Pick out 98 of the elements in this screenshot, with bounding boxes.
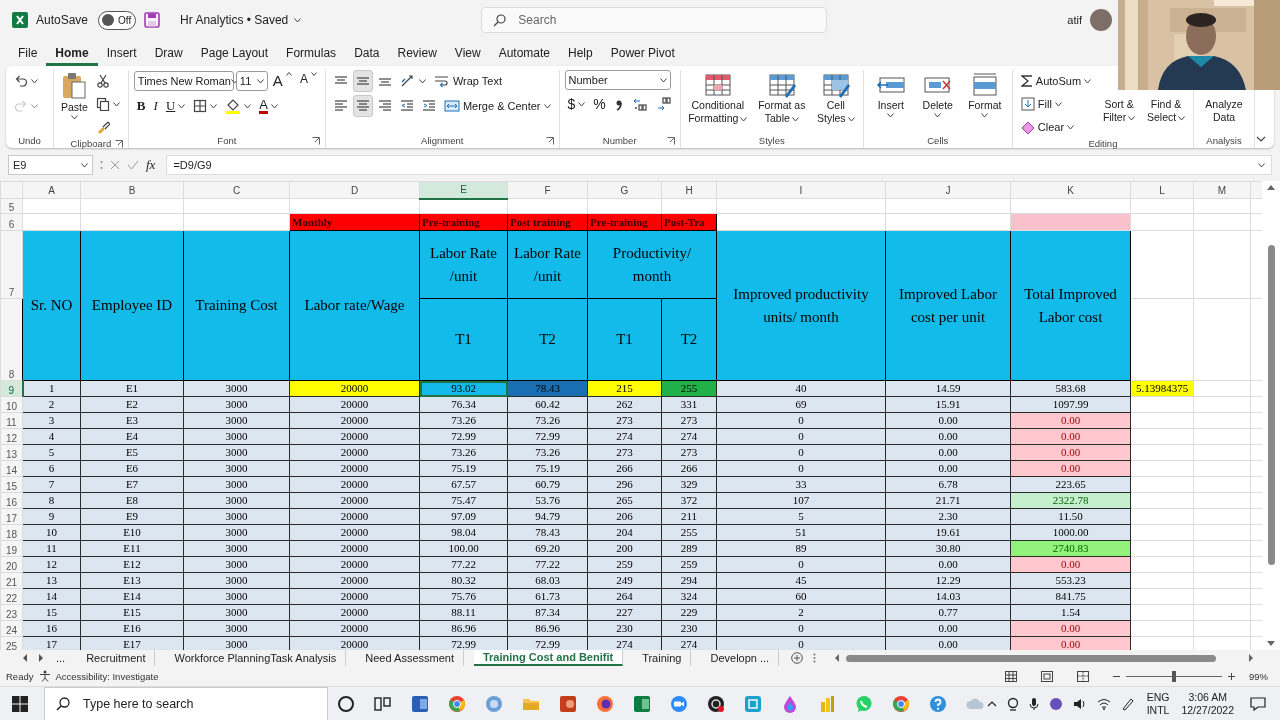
column-header-cell: Employee ID bbox=[80, 230, 184, 381]
increase-font-button[interactable]: A bbox=[269, 70, 295, 92]
column-header[interactable]: D bbox=[289, 181, 420, 199]
column-header[interactable]: C bbox=[183, 181, 290, 199]
user-name[interactable]: atif bbox=[1067, 14, 1082, 26]
underline-button[interactable]: U bbox=[162, 95, 189, 117]
column-header[interactable]: E bbox=[419, 181, 508, 199]
currency-button[interactable]: $ bbox=[564, 93, 589, 115]
menu-tab[interactable]: File bbox=[9, 40, 47, 66]
column-header[interactable]: K bbox=[1010, 181, 1131, 199]
menu-tab[interactable]: Draw bbox=[145, 40, 192, 66]
sort-filter-button[interactable]: Sort & Filter bbox=[1097, 96, 1142, 126]
sheet-tab[interactable]: Training bbox=[633, 650, 692, 666]
name-box[interactable]: E9 bbox=[8, 155, 93, 175]
bold-button[interactable]: B bbox=[133, 95, 149, 117]
group-label: Number bbox=[602, 135, 637, 146]
clock-time[interactable]: 3:06 AM bbox=[1188, 690, 1227, 704]
menu-tab[interactable]: Page Layout bbox=[191, 40, 278, 66]
column-header-cell: Training Cost bbox=[183, 230, 290, 381]
sheet-tab[interactable]: Recruitment bbox=[77, 650, 156, 666]
fill-button[interactable]: Fill bbox=[1017, 93, 1095, 115]
autosave-toggle[interactable]: Off bbox=[98, 10, 137, 30]
delete-button[interactable]: Delete bbox=[915, 70, 960, 120]
column-header-cell: Productivity/ month bbox=[587, 230, 717, 299]
clock-date[interactable]: 12/27/2022 bbox=[1181, 703, 1234, 717]
more-sheets-button[interactable]: ... bbox=[54, 650, 68, 666]
column-header-cell: T2 bbox=[661, 298, 717, 381]
group-label: Analysis bbox=[1206, 135, 1242, 146]
accessibility-status[interactable]: Accessibility: Investigate bbox=[55, 670, 159, 682]
paste-button[interactable]: Paste bbox=[59, 70, 90, 122]
autosave-label: AutoSave bbox=[36, 13, 89, 27]
keyboard-layout[interactable]: INTL bbox=[1146, 703, 1170, 717]
insert-button[interactable]: Insert bbox=[868, 70, 913, 120]
group-label: Clipboard bbox=[70, 138, 112, 149]
menu-tab[interactable]: Formulas bbox=[277, 40, 346, 66]
autosum-button[interactable]: AutoSum bbox=[1017, 70, 1095, 92]
menu-tab[interactable]: Insert bbox=[97, 40, 146, 66]
column-header-cell: T1 bbox=[587, 298, 662, 381]
menu-tab[interactable]: Help bbox=[559, 40, 602, 66]
number-format-dropdown[interactable]: Number bbox=[564, 70, 671, 90]
wrap-text-button[interactable]: Wrap Text bbox=[430, 70, 505, 92]
column-header-cell: T1 bbox=[419, 298, 508, 381]
group-label: Font bbox=[217, 135, 237, 146]
font-name-dropdown[interactable]: Times New Roman bbox=[133, 71, 234, 91]
menu-tab[interactable]: Power Pivot bbox=[601, 40, 684, 66]
column-header-cell: Improved Labor cost per unit bbox=[885, 230, 1011, 381]
sheet-tab[interactable]: Need Assessment bbox=[356, 650, 464, 666]
column-header-cell: Sr. NO bbox=[22, 230, 81, 381]
column-header-cell: Improved productivity units/ month bbox=[716, 230, 886, 381]
percent-button[interactable]: % bbox=[590, 93, 609, 115]
column-header[interactable]: F bbox=[507, 181, 588, 199]
column-header[interactable]: M bbox=[1193, 181, 1251, 199]
column-header-cell: Total Improved Labor cost bbox=[1010, 230, 1131, 381]
column-header-cell: Labor Rate /unit bbox=[507, 230, 588, 299]
column-header[interactable]: J bbox=[885, 181, 1011, 199]
formula-field[interactable]: =D9/G9 bbox=[166, 155, 1272, 175]
group-label: Cells bbox=[927, 135, 949, 146]
group-label: Styles bbox=[758, 135, 785, 146]
group-label: Undo bbox=[18, 135, 41, 146]
format-button[interactable]: Format bbox=[962, 70, 1007, 120]
font-size-dropdown[interactable]: 11 bbox=[235, 71, 268, 91]
column-header-cell: Labor rate/Wage bbox=[289, 230, 420, 381]
menu-tab[interactable]: View bbox=[445, 40, 490, 66]
group-label: Alignment bbox=[421, 135, 464, 146]
group-label: Editing bbox=[1088, 138, 1118, 149]
search-field[interactable]: Search bbox=[481, 7, 828, 33]
sheet-tab[interactable]: Developn ... bbox=[701, 650, 780, 666]
find-select-button[interactable]: Find & Select bbox=[1144, 96, 1189, 126]
document-title[interactable]: Hr Analytics • Saved bbox=[180, 13, 289, 27]
insert-function-button[interactable]: fx bbox=[146, 157, 156, 173]
sheet-tab[interactable]: Workforce PlanningTask Analysis bbox=[165, 650, 347, 666]
clear-button[interactable]: Clear bbox=[1017, 116, 1095, 138]
column-header[interactable]: A bbox=[22, 181, 81, 199]
row-header[interactable]: 8 bbox=[0, 298, 23, 381]
column-header-cell: T2 bbox=[507, 298, 588, 381]
zoom-level[interactable]: 99% bbox=[1249, 670, 1268, 682]
font-color-button[interactable]: A bbox=[256, 95, 281, 117]
column-header[interactable]: L bbox=[1130, 181, 1194, 199]
row-header[interactable]: 7 bbox=[0, 230, 23, 299]
decrease-font-button[interactable]: A bbox=[296, 70, 320, 92]
italic-button[interactable]: I bbox=[150, 95, 161, 117]
analyze-data-button[interactable]: Analyze Data bbox=[1199, 96, 1250, 126]
status-text: Ready bbox=[6, 670, 34, 682]
format-as-table-button[interactable]: Format as Table bbox=[752, 70, 811, 127]
menu-tab[interactable]: Review bbox=[388, 40, 446, 66]
input-language[interactable]: ENG bbox=[1146, 690, 1170, 704]
merge-center-button[interactable]: Merge & Center bbox=[440, 95, 554, 117]
column-header[interactable]: B bbox=[80, 181, 184, 199]
column-header[interactable]: H bbox=[661, 181, 717, 199]
menu-tab[interactable]: Automate bbox=[489, 40, 559, 66]
sheet-tab[interactable]: Training Cost and Benifit bbox=[473, 650, 624, 666]
column-header[interactable]: G bbox=[587, 181, 662, 199]
cell-styles-button[interactable]: Cell Styles bbox=[813, 70, 858, 127]
column-header[interactable]: I bbox=[716, 181, 886, 199]
taskbar-search-field[interactable]: Type here to search bbox=[44, 686, 328, 720]
menu-tab[interactable]: Data bbox=[345, 40, 389, 66]
column-header-cell: Labor Rate /unit bbox=[419, 230, 508, 299]
conditional-formatting-button[interactable]: Conditional Formatting bbox=[685, 70, 750, 127]
